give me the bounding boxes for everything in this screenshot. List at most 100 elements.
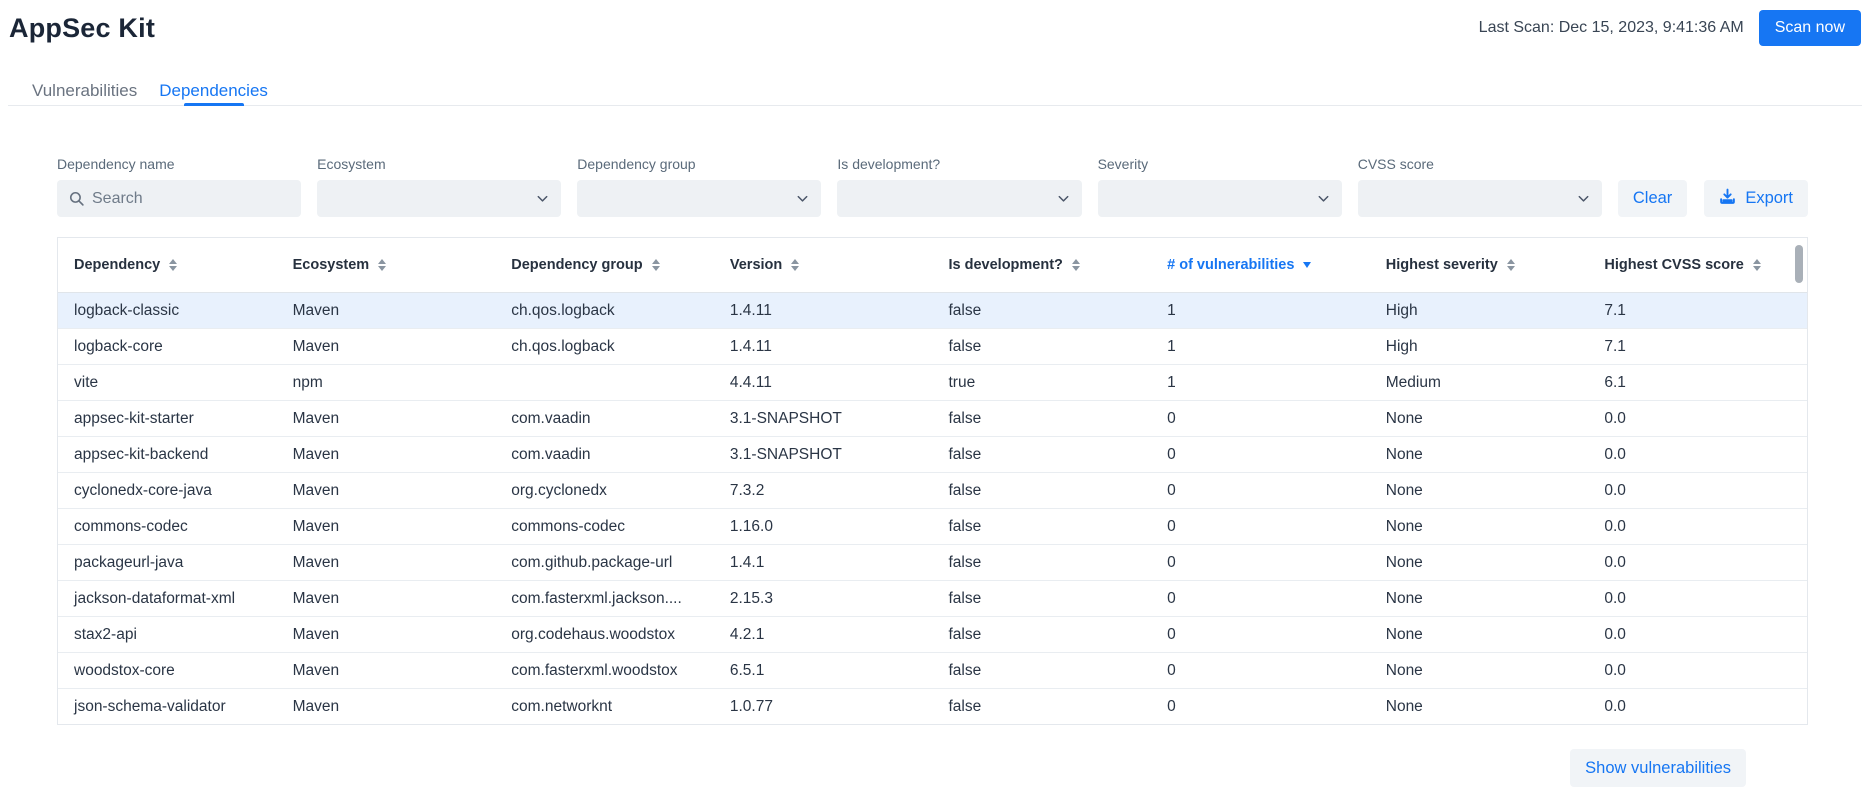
column-header-dependency-group[interactable]: Dependency group: [495, 257, 714, 273]
cell-dependency-group: ch.qos.logback: [495, 338, 714, 356]
filter-field-ecosystem: Ecosystem: [317, 156, 561, 217]
table-row[interactable]: appsec-kit-starterMavencom.vaadin3.1-SNA…: [58, 401, 1807, 437]
cell-version: 1.16.0: [714, 518, 933, 536]
column-header-is-development[interactable]: Is development?: [933, 257, 1152, 273]
cell-dependency-group: commons-codec: [495, 518, 714, 536]
table-row[interactable]: commons-codecMavencommons-codec1.16.0fal…: [58, 509, 1807, 545]
filter-select-severity[interactable]: [1098, 180, 1342, 217]
filter-select-dependency-group[interactable]: [577, 180, 821, 217]
app-title: AppSec Kit: [9, 13, 155, 44]
column-header-label: # of vulnerabilities: [1167, 257, 1294, 273]
filter-select-ecosystem[interactable]: [317, 180, 561, 217]
column-header-label: Highest severity: [1386, 257, 1498, 273]
cell-dependency-group: ch.qos.logback: [495, 302, 714, 320]
filter-field-severity: Severity: [1098, 156, 1342, 217]
cell-of-vulnerabilities: 0: [1151, 626, 1370, 644]
table-row[interactable]: logback-coreMavench.qos.logback1.4.11fal…: [58, 329, 1807, 365]
cell-highest-cvss-score: 0.0: [1588, 662, 1807, 680]
tab-dependencies[interactable]: Dependencies: [148, 77, 279, 105]
cell-highest-severity: None: [1370, 410, 1589, 428]
cell-dependency-group: org.cyclonedx: [495, 482, 714, 500]
table-row[interactable]: vitenpm4.4.11true1Medium6.1: [58, 365, 1807, 401]
cell-ecosystem: Maven: [277, 338, 496, 356]
cell-highest-severity: None: [1370, 446, 1589, 464]
filter-select-cvss-score[interactable]: [1358, 180, 1602, 217]
cell-highest-cvss-score: 0.0: [1588, 482, 1807, 500]
tabs-bar: VulnerabilitiesDependencies: [8, 52, 1862, 106]
cell-highest-severity: None: [1370, 626, 1589, 644]
cell-highest-severity: None: [1370, 662, 1589, 680]
cell-highest-severity: None: [1370, 590, 1589, 608]
sort-up-arrow: [1753, 259, 1761, 264]
show-vulnerabilities-button[interactable]: Show vulnerabilities: [1570, 749, 1746, 787]
cell-dependency: logback-classic: [58, 302, 277, 320]
scan-row: Last Scan: Dec 15, 2023, 9:41:36 AM Scan…: [1479, 10, 1861, 46]
cell-of-vulnerabilities: 0: [1151, 518, 1370, 536]
cell-highest-cvss-score: 7.1: [1588, 302, 1807, 320]
cell-ecosystem: Maven: [277, 590, 496, 608]
column-header-highest-severity[interactable]: Highest severity: [1370, 257, 1589, 273]
cell-version: 4.2.1: [714, 626, 933, 644]
scan-now-button[interactable]: Scan now: [1759, 10, 1861, 46]
cell-highest-severity: High: [1370, 302, 1589, 320]
column-header-of-vulnerabilities[interactable]: # of vulnerabilities: [1151, 257, 1370, 273]
cell-version: 1.4.11: [714, 338, 933, 356]
table-row[interactable]: logback-classicMavench.qos.logback1.4.11…: [58, 293, 1807, 329]
cell-ecosystem: Maven: [277, 518, 496, 536]
table-row[interactable]: packageurl-javaMavencom.github.package-u…: [58, 545, 1807, 581]
column-header-highest-cvss-score[interactable]: Highest CVSS score: [1588, 257, 1807, 273]
cell-is-development: false: [933, 482, 1152, 500]
column-header-label: Dependency: [74, 257, 160, 273]
cell-is-development: false: [933, 302, 1152, 320]
cell-of-vulnerabilities: 0: [1151, 698, 1370, 716]
cell-dependency: commons-codec: [58, 518, 277, 536]
clear-button[interactable]: Clear: [1618, 180, 1687, 217]
cell-dependency-group: com.fasterxml.jackson....: [495, 590, 714, 608]
column-header-dependency[interactable]: Dependency: [58, 257, 277, 273]
table-row[interactable]: jackson-dataformat-xmlMavencom.fasterxml…: [58, 581, 1807, 617]
column-header-version[interactable]: Version: [714, 257, 933, 273]
table-row[interactable]: appsec-kit-backendMavencom.vaadin3.1-SNA…: [58, 437, 1807, 473]
sort-down-arrow: [1753, 266, 1761, 271]
cell-dependency-group: com.networknt: [495, 698, 714, 716]
sort-icon: [791, 259, 799, 271]
cell-version: 3.1-SNAPSHOT: [714, 410, 933, 428]
cell-ecosystem: Maven: [277, 482, 496, 500]
filter-bar: Dependency nameEcosystemDependency group…: [57, 156, 1808, 217]
table-row[interactable]: woodstox-coreMavencom.fasterxml.woodstox…: [58, 653, 1807, 689]
cell-highest-severity: Medium: [1370, 374, 1589, 392]
chevron-down-icon: [1316, 191, 1331, 206]
cell-is-development: false: [933, 446, 1152, 464]
cell-version: 3.1-SNAPSHOT: [714, 446, 933, 464]
cell-version: 2.15.3: [714, 590, 933, 608]
cell-dependency: appsec-kit-starter: [58, 410, 277, 428]
chevron-down-icon: [1056, 191, 1071, 206]
cell-dependency: vite: [58, 374, 277, 392]
last-scan-label: Last Scan: Dec 15, 2023, 9:41:36 AM: [1479, 19, 1744, 37]
filter-label: Ecosystem: [317, 156, 561, 172]
search-icon: [68, 190, 85, 207]
column-header-label: Ecosystem: [293, 257, 370, 273]
cell-ecosystem: Maven: [277, 662, 496, 680]
tab-vulnerabilities[interactable]: Vulnerabilities: [21, 77, 148, 105]
cell-highest-severity: High: [1370, 338, 1589, 356]
cell-version: 1.4.1: [714, 554, 933, 572]
cell-dependency-group: com.vaadin: [495, 410, 714, 428]
filter-label: Is development?: [837, 156, 1081, 172]
cell-ecosystem: Maven: [277, 698, 496, 716]
cell-dependency-group: com.fasterxml.woodstox: [495, 662, 714, 680]
sort-up-arrow: [791, 259, 799, 264]
sort-up-arrow: [378, 259, 386, 264]
table-row[interactable]: stax2-apiMavenorg.codehaus.woodstox4.2.1…: [58, 617, 1807, 653]
cell-highest-cvss-score: 6.1: [1588, 374, 1807, 392]
table-row[interactable]: cyclonedx-core-javaMavenorg.cyclonedx7.3…: [58, 473, 1807, 509]
content-area: Dependency nameEcosystemDependency group…: [0, 106, 1870, 787]
column-header-label: Highest CVSS score: [1604, 257, 1743, 273]
search-input[interactable]: [92, 190, 290, 208]
column-header-ecosystem[interactable]: Ecosystem: [277, 257, 496, 273]
cell-is-development: false: [933, 338, 1152, 356]
filter-select-is-development[interactable]: [837, 180, 1081, 217]
table-row[interactable]: json-schema-validatorMavencom.networknt1…: [58, 689, 1807, 725]
export-button[interactable]: Export: [1704, 180, 1808, 217]
table-scrollbar-thumb[interactable]: [1795, 245, 1803, 283]
